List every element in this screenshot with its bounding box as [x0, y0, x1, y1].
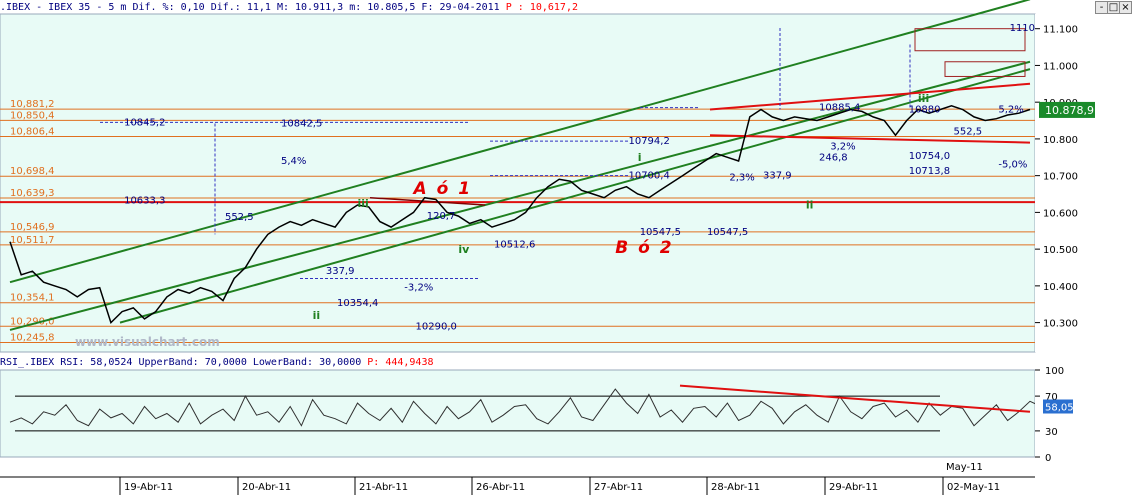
rsi-y-tick-label-2: 30 — [1045, 427, 1058, 438]
rsi-plot-area — [0, 369, 1036, 458]
rsi-header: RSI_.IBEX RSI: 58,0524 UpperBand: 70,000… — [0, 356, 434, 370]
annotation-30: 3,2% — [830, 141, 855, 152]
level-label-4: 10,639,3 — [10, 188, 55, 199]
annotation-20: 552,5 — [954, 127, 983, 138]
annotation-4: 552,5 — [225, 212, 254, 223]
x-tick-label-6: 29-Abr-11 — [829, 482, 878, 493]
annotation-3: 10633,3 — [124, 195, 165, 206]
x-tick-label-2: 21-Abr-11 — [359, 482, 408, 493]
annotation-2: 5,4% — [281, 156, 306, 167]
annotation-15: 10754,0 — [909, 151, 950, 162]
y-tick-label-5: 10.600 — [1043, 208, 1078, 219]
level-label-8: 10,290,0 — [10, 316, 55, 327]
rsi-header-text: RSI_.IBEX RSI: 58,0524 UpperBand: 70,000… — [0, 357, 362, 368]
wave-label-0: iii — [357, 197, 368, 210]
annotation-6: 10700,4 — [628, 171, 669, 182]
y-tick-label-6: 10.500 — [1043, 245, 1078, 256]
y-tick-label-8: 10.300 — [1043, 319, 1078, 330]
annotation-29: 2,3% — [729, 172, 754, 183]
level-label-9: 10,245,8 — [10, 333, 55, 344]
wave-label-1: iv — [458, 243, 470, 256]
y-tick-label-7: 10.400 — [1043, 282, 1078, 293]
annotation-5: 10794,2 — [628, 136, 669, 147]
annotation-8: 10547,5 — [707, 227, 748, 238]
annotation-13: 120,7 — [427, 211, 456, 222]
annotation-18: 10885,4 — [819, 103, 860, 114]
x-tick-label-5: 28-Abr-11 — [711, 482, 760, 493]
annotation-7: 10547,5 — [640, 227, 681, 238]
annotation-11: 10354,4 — [337, 298, 378, 309]
level-label-6: 10,511,7 — [10, 235, 55, 246]
annotation-10: 10290,0 — [416, 321, 457, 332]
level-label-3: 10,698,4 — [10, 166, 55, 177]
y-tick-label-0: 11.100 — [1043, 25, 1078, 36]
x-tick-label-7: 02-May-11 — [947, 482, 1000, 493]
x-tick-label-0: 19-Abr-11 — [124, 482, 173, 493]
y-tick-label-4: 10.700 — [1043, 172, 1078, 183]
y-tick-label-1: 11.000 — [1043, 61, 1078, 72]
annotation-19: 10880 — [909, 105, 941, 116]
annotation-16: 10713,8 — [909, 166, 950, 177]
x-extra-label: May-11 — [946, 462, 983, 473]
annotation-31: 246,8 — [819, 152, 848, 163]
price-plot-area — [0, 13, 1036, 353]
level-label-7: 10,354,1 — [10, 293, 55, 304]
last-price-value: 10.878,9 — [1045, 104, 1094, 117]
y-tick-label-3: 10.800 — [1043, 135, 1078, 146]
rsi-header-p: P: 444,9438 — [367, 357, 434, 368]
annotation-17: -5,0% — [998, 160, 1027, 171]
rsi-last-value: 58,05 — [1045, 402, 1074, 413]
wave-label-2: ii — [313, 309, 321, 322]
level-label-5: 10,546,9 — [10, 222, 55, 233]
x-tick-label-1: 20-Abr-11 — [242, 482, 291, 493]
annotation-9: 10512,6 — [494, 240, 535, 251]
annotation-32: 337,9 — [763, 171, 792, 182]
price-chart: 10,881,210,850,4 10,806,4 10,698,4 10,639,3… — [0, 0, 1132, 495]
annotation-14: -3,2% — [404, 283, 433, 294]
wave-label-5: iii — [918, 92, 929, 105]
x-tick-label-3: 26-Abr-11 — [476, 482, 525, 493]
annotation-1: 10842,5 — [281, 118, 322, 129]
rsi-y-axis-bg — [1035, 370, 1132, 457]
annotation-12: 337,9 — [326, 266, 355, 277]
level-label-1: 10,850,4 — [10, 110, 55, 121]
chart-window: .IBEX - IBEX 35 - 5 m Dif. %: 0,10 Dif.:… — [0, 0, 1132, 495]
annotation-21: 5,2% — [998, 105, 1023, 116]
level-label-0: 10,881,2 — [10, 99, 55, 110]
watermark: www.visualchart.com — [75, 335, 220, 349]
wave-big-label-0: A ó 1 — [412, 179, 473, 199]
annotation-0: 10845,2 — [124, 117, 165, 128]
wave-label-3: i — [638, 151, 642, 164]
wave-big-label-1: B ó 2 — [615, 238, 673, 258]
level-label-2: 10,806,4 — [10, 127, 55, 138]
wave-label-4: ii — [806, 199, 814, 212]
rsi-y-tick-label-3: 0 — [1045, 453, 1051, 464]
rsi-y-tick-label-0: 100 — [1045, 366, 1064, 377]
x-tick-label-4: 27-Abr-11 — [594, 482, 643, 493]
